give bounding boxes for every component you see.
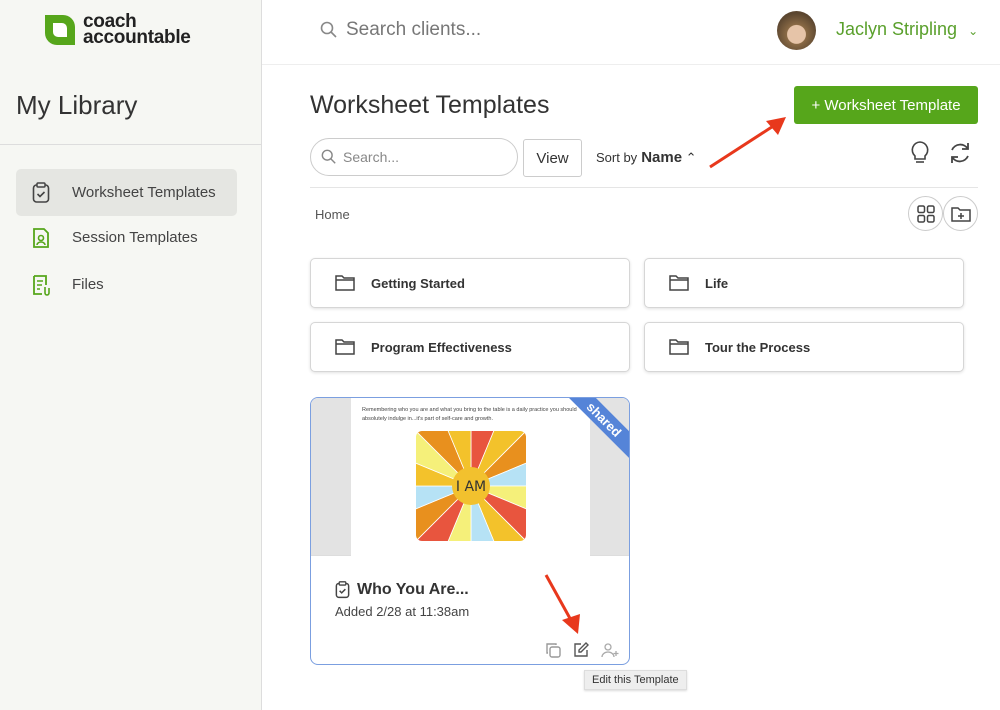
tooltip: Edit this Template bbox=[584, 670, 687, 690]
folder-name: Tour the Process bbox=[705, 339, 811, 355]
client-search-input[interactable]: Search clients... bbox=[320, 19, 481, 41]
sidebar-item-label: Worksheet Templates bbox=[72, 184, 216, 201]
folder-tour-the-process[interactable]: Tour the Process bbox=[644, 322, 964, 372]
logo-text: accountable bbox=[83, 27, 191, 48]
divider bbox=[0, 144, 262, 145]
avatar[interactable] bbox=[777, 11, 816, 50]
folder-program-effectiveness[interactable]: Program Effectiveness bbox=[310, 322, 630, 372]
page-title: Worksheet Templates bbox=[310, 91, 550, 119]
clipboard-check-icon bbox=[335, 581, 350, 599]
library-title: My Library bbox=[16, 90, 138, 120]
folder-icon bbox=[335, 339, 355, 355]
divider bbox=[310, 187, 978, 188]
folder-icon bbox=[669, 275, 689, 291]
search-icon bbox=[321, 149, 336, 164]
sort-value: Name bbox=[641, 149, 683, 166]
new-folder-button[interactable] bbox=[943, 196, 978, 231]
sidebar-item-label: Session Templates bbox=[72, 229, 198, 246]
sidebar-item-label: Files bbox=[72, 276, 104, 293]
sidebar-item-files[interactable]: Files bbox=[16, 261, 237, 308]
view-button[interactable]: View bbox=[523, 139, 582, 177]
folder-icon bbox=[335, 275, 355, 291]
refresh-icon[interactable] bbox=[947, 140, 973, 166]
template-card[interactable]: Remembering who you are and what you bri… bbox=[310, 397, 630, 665]
chevron-up-icon: ⌃ bbox=[685, 150, 697, 165]
folder-getting-started[interactable]: Getting Started bbox=[310, 258, 630, 308]
card-date: Added 2/28 at 11:38am bbox=[335, 604, 470, 619]
sort-control[interactable]: Sort by Name ⌃ bbox=[596, 149, 697, 166]
user-menu[interactable]: Jaclyn Stripling ⌄ bbox=[836, 19, 978, 40]
annotation-arrow-icon bbox=[709, 117, 786, 169]
preview-center-text: I AM bbox=[456, 479, 486, 495]
search-placeholder: Search clients... bbox=[346, 19, 482, 40]
assign-user-icon[interactable] bbox=[601, 642, 619, 658]
lightbulb-icon[interactable] bbox=[909, 140, 931, 166]
folder-name: Getting Started bbox=[371, 275, 465, 291]
sort-label: Sort by bbox=[596, 150, 638, 165]
sidebar-item-worksheet-templates[interactable]: Worksheet Templates bbox=[16, 169, 237, 216]
template-search-input[interactable]: Search... bbox=[310, 138, 518, 176]
chevron-down-icon: ⌄ bbox=[968, 24, 979, 38]
grid-icon bbox=[916, 204, 935, 223]
leaf-logo-icon bbox=[45, 15, 75, 45]
logo[interactable]: coach accountable bbox=[45, 12, 191, 48]
search-icon bbox=[320, 21, 337, 38]
folder-life[interactable]: Life bbox=[644, 258, 964, 308]
file-clip-icon bbox=[33, 274, 50, 296]
i-am-sunburst-image: I AM bbox=[416, 431, 526, 541]
folder-icon bbox=[669, 339, 689, 355]
card-title[interactable]: Who You Are... bbox=[357, 581, 469, 599]
user-document-icon bbox=[33, 227, 49, 248]
preview-page: Remembering who you are and what you bri… bbox=[351, 398, 590, 556]
template-thumbnail[interactable]: Remembering who you are and what you bri… bbox=[311, 398, 629, 556]
preview-text: Remembering who you are and what you bri… bbox=[362, 407, 577, 422]
search-placeholder: Search... bbox=[343, 149, 400, 165]
add-worksheet-template-button[interactable]: + Worksheet Template bbox=[794, 86, 978, 124]
breadcrumb[interactable]: Home bbox=[315, 207, 350, 222]
sidebar: coach accountable My Library Worksheet Te… bbox=[0, 0, 262, 710]
folder-plus-icon bbox=[950, 206, 971, 222]
sidebar-item-session-templates[interactable]: Session Templates bbox=[16, 214, 237, 261]
grid-view-button[interactable] bbox=[908, 196, 943, 231]
user-name: Jaclyn Stripling bbox=[836, 19, 958, 39]
folder-name: Life bbox=[705, 275, 729, 291]
folder-name: Program Effectiveness bbox=[371, 339, 512, 355]
duplicate-icon[interactable] bbox=[545, 642, 561, 658]
edit-icon[interactable] bbox=[573, 642, 589, 658]
clipboard-check-icon bbox=[32, 181, 50, 203]
